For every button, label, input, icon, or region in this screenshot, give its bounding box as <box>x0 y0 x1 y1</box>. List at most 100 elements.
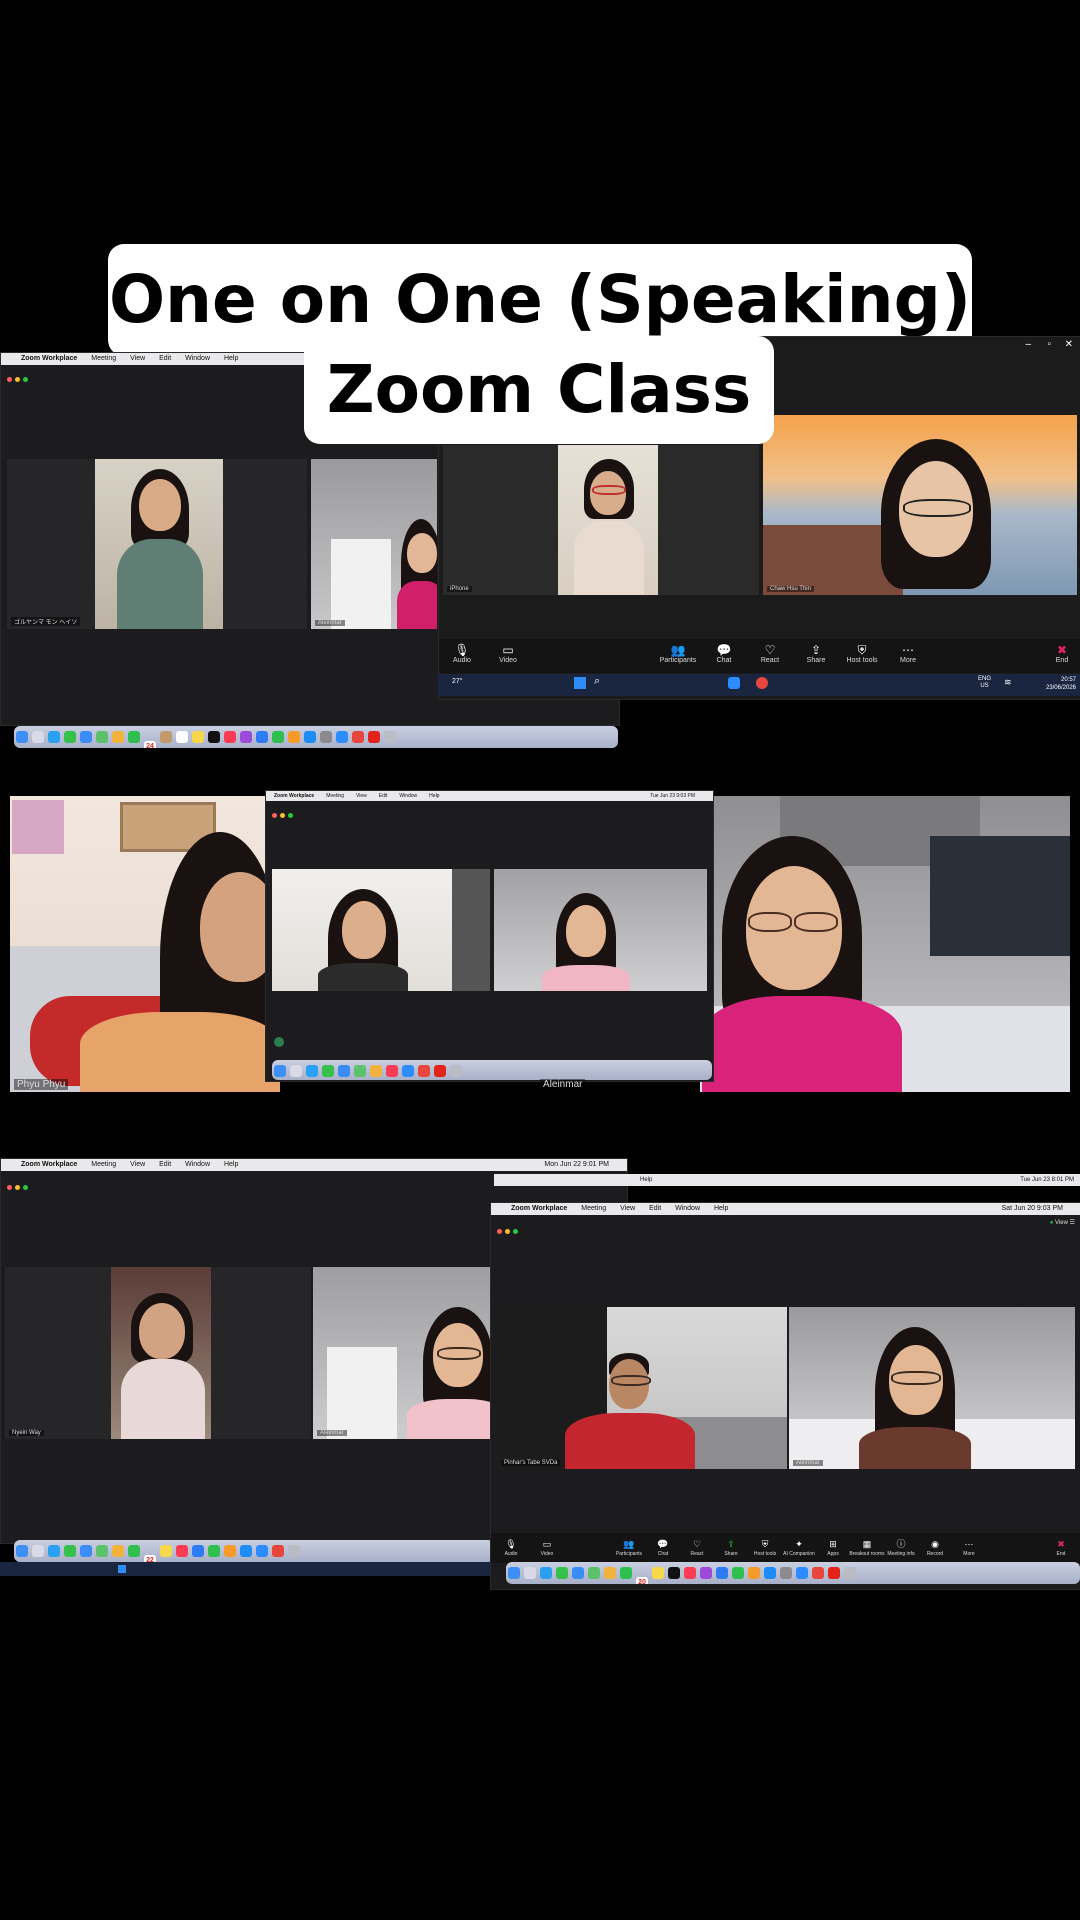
trash-icon[interactable] <box>844 1567 856 1579</box>
audio-button[interactable]: 🎙 Audio <box>439 643 485 664</box>
chrome-icon[interactable] <box>418 1065 430 1077</box>
photos-icon[interactable] <box>604 1567 616 1579</box>
chat-button[interactable]: 💬 Chat <box>701 643 747 664</box>
video-tile[interactable] <box>494 869 707 991</box>
launchpad-icon[interactable] <box>32 1545 44 1557</box>
zoom-dot[interactable] <box>23 1185 28 1190</box>
safari-icon[interactable] <box>540 1567 552 1579</box>
music-icon[interactable] <box>684 1567 696 1579</box>
menu-edit[interactable]: Edit <box>159 355 171 362</box>
finder-icon[interactable] <box>508 1567 520 1579</box>
close-dot[interactable] <box>7 1185 12 1190</box>
chrome-icon[interactable] <box>812 1567 824 1579</box>
clock[interactable]: 20:57 23/06/2026 <box>1046 676 1076 692</box>
facetime-icon[interactable] <box>620 1567 632 1579</box>
menubar-clock[interactable]: Tue Jun 23 8:01 PM <box>1020 1174 1074 1186</box>
safari-icon[interactable] <box>306 1065 318 1077</box>
keynote-icon[interactable] <box>716 1567 728 1579</box>
launchpad-icon[interactable] <box>290 1065 302 1077</box>
maps-icon[interactable] <box>588 1567 600 1579</box>
zoom-bubble-icon[interactable] <box>274 1037 284 1047</box>
video-tile[interactable]: Aleinmar <box>311 459 437 629</box>
youtube-icon[interactable] <box>828 1567 840 1579</box>
end-button[interactable]: ✖ End <box>1039 643 1080 664</box>
safari-icon[interactable] <box>48 1545 60 1557</box>
video-tile[interactable] <box>272 869 490 991</box>
tv-icon[interactable] <box>208 731 220 743</box>
mail-icon[interactable] <box>572 1567 584 1579</box>
maps-icon[interactable] <box>96 731 108 743</box>
numbers-icon[interactable] <box>208 1545 220 1557</box>
youtube-icon[interactable] <box>434 1065 446 1077</box>
zoom-icon[interactable] <box>402 1065 414 1077</box>
music-icon[interactable] <box>176 1545 188 1557</box>
trash-icon[interactable] <box>384 731 396 743</box>
chrome-taskbar-icon[interactable] <box>756 677 768 689</box>
chrome-icon[interactable] <box>352 731 364 743</box>
menubar-clock[interactable]: Sat Jun 20 9:03 PM <box>1002 1203 1063 1215</box>
contacts-icon[interactable] <box>160 731 172 743</box>
menubar-clock[interactable]: Mon Jun 22 9:01 PM <box>544 1159 609 1171</box>
appstore-icon[interactable] <box>304 731 316 743</box>
menu-view[interactable]: View <box>130 355 145 362</box>
photos-icon[interactable] <box>112 1545 124 1557</box>
finder-icon[interactable] <box>16 731 28 743</box>
tv-icon[interactable] <box>668 1567 680 1579</box>
podcasts-icon[interactable] <box>700 1567 712 1579</box>
notes-icon[interactable] <box>192 731 204 743</box>
trash-icon[interactable] <box>288 1545 300 1557</box>
menu-app-name[interactable]: Zoom Workplace <box>511 1205 567 1212</box>
music-icon[interactable] <box>224 731 236 743</box>
video-button[interactable]: ▭ Video <box>485 643 531 664</box>
numbers-icon[interactable] <box>272 731 284 743</box>
safari-icon[interactable] <box>48 731 60 743</box>
close-dot[interactable] <box>497 1229 502 1234</box>
react-button[interactable]: ♡ React <box>747 643 793 664</box>
mail-icon[interactable] <box>80 1545 92 1557</box>
maximize-button[interactable]: ▫ <box>1047 339 1051 350</box>
messages-icon[interactable] <box>556 1567 568 1579</box>
keynote-icon[interactable] <box>192 1545 204 1557</box>
notes-icon[interactable] <box>160 1545 172 1557</box>
video-tile[interactable]: Aleinmar <box>789 1307 1075 1469</box>
wifi-icon[interactable]: ≋ <box>1004 677 1012 688</box>
maps-icon[interactable] <box>96 1545 108 1557</box>
maps-icon[interactable] <box>354 1065 366 1077</box>
minimize-dot[interactable] <box>15 1185 20 1190</box>
menu-meeting[interactable]: Meeting <box>91 355 116 362</box>
settings-icon[interactable] <box>320 731 332 743</box>
video-tile[interactable]: Pinhar's Tabe SVDa <box>497 1307 787 1469</box>
zoom-icon[interactable] <box>256 1545 268 1557</box>
menu-app-name[interactable]: Zoom Workplace <box>21 355 77 362</box>
messages-icon[interactable] <box>64 1545 76 1557</box>
messages-icon[interactable] <box>64 731 76 743</box>
start-icon[interactable] <box>118 1565 126 1573</box>
menu-app-name[interactable]: Zoom Workplace <box>21 1161 77 1168</box>
reminders-icon[interactable] <box>176 731 188 743</box>
appstore-icon[interactable] <box>240 1545 252 1557</box>
settings-icon[interactable] <box>780 1567 792 1579</box>
pages-icon[interactable] <box>224 1545 236 1557</box>
audio-button[interactable]: 🎙 Audio <box>491 1537 531 1557</box>
mail-icon[interactable] <box>80 731 92 743</box>
minimize-dot[interactable] <box>505 1229 510 1234</box>
launchpad-icon[interactable] <box>32 731 44 743</box>
video-tile[interactable]: Chaw Hsu Thin <box>763 415 1077 595</box>
video-button[interactable]: ▭ Video <box>527 1537 567 1557</box>
numbers-icon[interactable] <box>732 1567 744 1579</box>
facetime-icon[interactable] <box>128 731 140 743</box>
calendar-icon[interactable]: 22 <box>144 1555 156 1562</box>
photos-icon[interactable] <box>112 731 124 743</box>
finder-icon[interactable] <box>274 1065 286 1077</box>
close-button[interactable]: ✕ <box>1065 339 1073 350</box>
video-tile[interactable]: ゴルヤンマ モン へイソ <box>7 459 307 629</box>
share-button[interactable]: ⇪ Share <box>793 643 839 664</box>
photos-icon[interactable] <box>370 1065 382 1077</box>
pages-icon[interactable] <box>288 731 300 743</box>
youtube-icon[interactable] <box>368 731 380 743</box>
video-tile[interactable]: iPhone <box>443 445 759 595</box>
launchpad-icon[interactable] <box>524 1567 536 1579</box>
menu-window[interactable]: Window <box>185 355 210 362</box>
video-tile[interactable]: Nyein Way <box>5 1267 311 1439</box>
menu-help[interactable]: Help <box>224 355 238 362</box>
